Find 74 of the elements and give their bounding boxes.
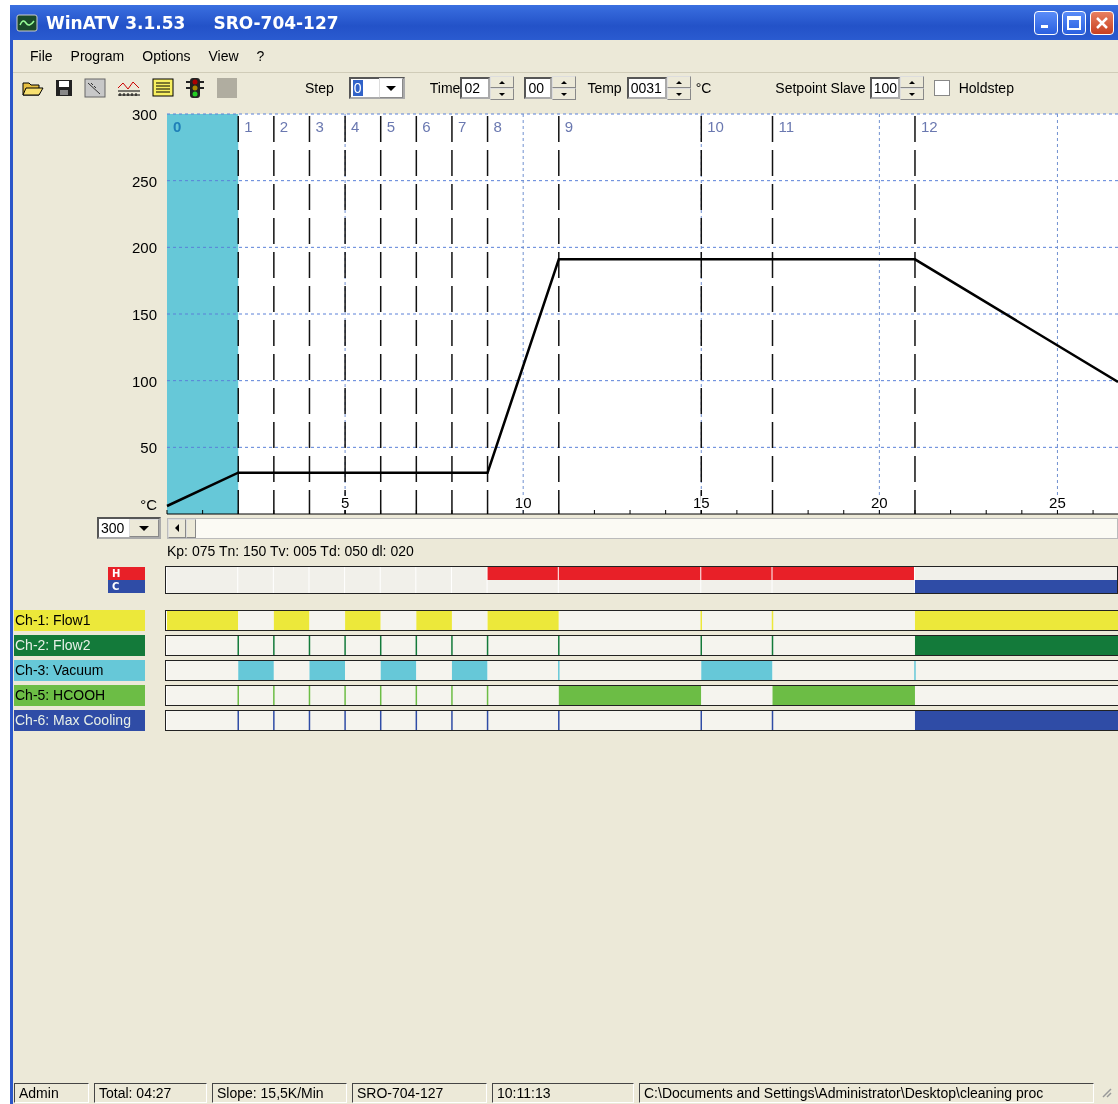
axis-label: °C [140,496,157,513]
ruler-icon[interactable] [84,78,106,98]
temp-label: Temp [587,80,622,96]
step-number[interactable]: 5 [386,118,396,135]
status-panel: Total: 04:27 [94,1083,207,1103]
minutes-field[interactable]: 00 [524,77,553,99]
status-panel: 10:11:13 [492,1083,634,1103]
setpoint-label: Setpoint Slave [775,80,866,96]
axis-label: 150 [131,306,157,323]
step-number[interactable]: 4 [351,118,360,135]
axis-label: 20 [871,494,888,511]
horizontal-scrollbar[interactable] [167,517,1118,539]
step-number[interactable]: 6 [422,118,431,135]
menu-item[interactable]: View [199,48,248,64]
axis-label: 100 [131,372,157,390]
step-number[interactable]: 9 [564,118,574,135]
channel-label: Ch-6: Max Cooling [14,710,145,731]
step-number[interactable]: 12 [921,118,938,135]
menu-item[interactable]: ? [247,48,274,64]
step-number[interactable]: 7 [457,118,467,135]
menu-item[interactable]: Program [61,48,134,64]
step-label: Step [305,80,334,96]
step-number[interactable]: 3 [315,118,324,135]
axis-label: 25 [1049,494,1066,511]
selected-step-band[interactable] [167,114,239,514]
step-number[interactable]: 8 [493,118,502,135]
step-dropdown[interactable]: 0 [348,77,405,99]
step-number[interactable]: 10 [707,118,724,135]
heat-cool-legend: C [108,580,145,593]
window-title: WinATV 3.1.53 [46,12,186,33]
list-icon[interactable] [152,78,174,98]
status-panel: Slope: 15,5K/Min [212,1083,347,1103]
app-icon [16,13,38,32]
axis-label: 10 [514,494,532,511]
spin-button[interactable] [666,76,691,100]
step-number[interactable]: 11 [778,118,795,135]
close-button[interactable] [1090,10,1114,35]
step-number[interactable]: 2 [279,118,289,135]
scale-dropdown[interactable]: 300 [97,517,161,539]
temp-field[interactable]: 0031 [626,77,667,99]
traffic-light-icon[interactable] [185,77,205,99]
close-icon [1095,15,1109,30]
minimize-icon [1041,24,1048,28]
menu-item[interactable]: Options [133,48,200,64]
time-label: Time [429,80,461,96]
axis-label: 250 [131,172,157,190]
maximize-icon [1067,15,1081,30]
axis-label: 300 [131,106,157,123]
hours-field[interactable]: 02 [460,77,491,99]
maximize-button[interactable] [1062,10,1086,35]
holdstep-label: Holdstep [958,80,1014,96]
pid-parameters: Kp: 075 Tn: 150 Tv: 005 Td: 050 dl: 020 [167,543,415,561]
status-panel: SRO-704-127 [352,1083,487,1103]
channel-label: Ch-2: Flow2 [14,635,145,656]
axis-label: 50 [140,439,157,457]
heat-cool-legend: H [108,567,145,580]
status-panel: Admin [14,1083,89,1103]
step-number[interactable]: 1 [244,118,253,135]
spin-button[interactable] [552,76,577,100]
minimize-button[interactable] [1034,10,1058,35]
axis-label: 200 [131,239,157,257]
holdstep-checkbox[interactable] [933,80,950,96]
spin-button[interactable] [490,76,515,100]
channel-label: Ch-3: Vacuum [14,660,145,681]
spin-button[interactable] [899,76,924,100]
channel-label: Ch-1: Flow1 [14,610,145,631]
save-icon[interactable] [55,79,73,97]
status-panel: C:\Documents and Settings\Administrator\Desktop\cleaning proc [639,1083,1094,1103]
window-subtitle: SRO-704-127 [213,12,339,33]
unit-label: °C [695,80,712,96]
menu-item[interactable]: File [21,48,62,64]
channel-label: Ch-5: HCOOH [14,685,145,706]
folder-icon[interactable] [22,79,44,97]
setpoint-field[interactable]: 100 [869,77,900,99]
